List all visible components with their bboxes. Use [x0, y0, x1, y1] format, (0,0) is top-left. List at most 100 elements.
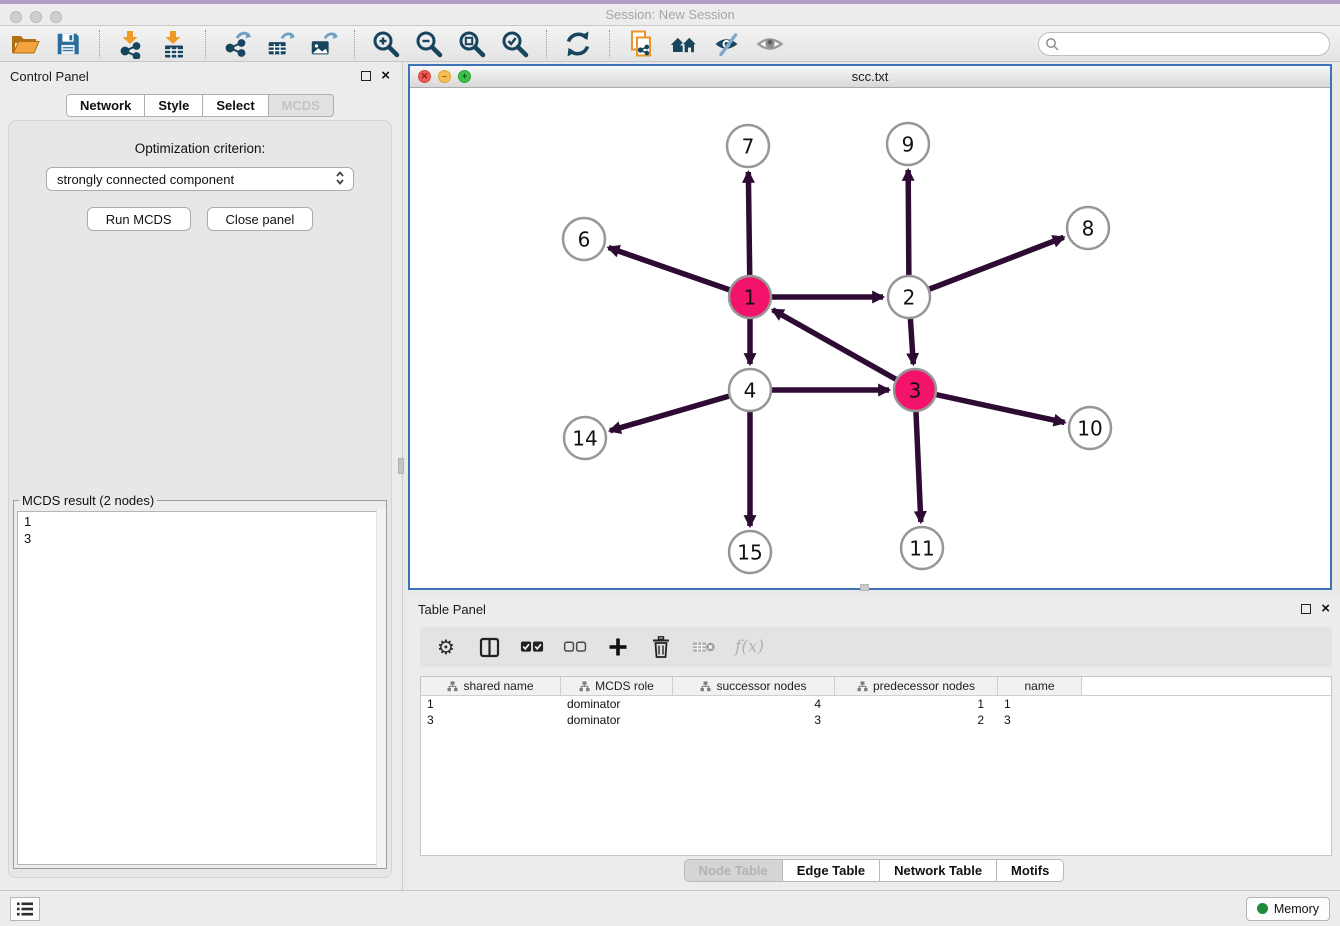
- window-controls[interactable]: [10, 11, 62, 23]
- cell-shared-name: 1: [421, 696, 561, 712]
- node-6[interactable]: 6: [563, 218, 605, 260]
- tab-mcds[interactable]: MCDS: [269, 94, 334, 117]
- function-builder-icon: f(x): [735, 635, 764, 659]
- deselect-all-checks-icon[interactable]: [563, 635, 587, 659]
- refresh-icon[interactable]: [563, 29, 593, 59]
- minimize-network-icon[interactable]: –: [438, 70, 451, 83]
- table-toolbar: ⚙ f(x): [420, 627, 1332, 667]
- horizontal-splitter-handle[interactable]: [860, 584, 869, 591]
- save-icon[interactable]: [53, 29, 83, 59]
- cell-predecessor-nodes: 1: [835, 696, 998, 712]
- select-all-checks-icon[interactable]: [520, 635, 544, 659]
- export-image-icon[interactable]: [308, 29, 338, 59]
- close-table-panel-icon[interactable]: ×: [1321, 604, 1330, 614]
- home-icon[interactable]: [669, 29, 699, 59]
- optimization-criterion-label: Optimization criterion:: [9, 141, 391, 156]
- svg-text:3: 3: [909, 379, 922, 403]
- edge-1-6[interactable]: [609, 248, 750, 297]
- split-view-icon[interactable]: [477, 635, 501, 659]
- float-table-panel-icon[interactable]: [1301, 604, 1311, 614]
- run-mcds-button[interactable]: Run MCDS: [87, 207, 191, 231]
- tab-network-table[interactable]: Network Table: [880, 859, 997, 882]
- edge-3-1[interactable]: [773, 310, 915, 390]
- cell-successor-nodes: 4: [673, 696, 835, 712]
- close-window-icon[interactable]: [10, 11, 22, 23]
- import-network-icon[interactable]: [116, 29, 146, 59]
- toolbar-separator: [546, 30, 547, 58]
- node-4[interactable]: 4: [729, 369, 771, 411]
- tab-select[interactable]: Select: [203, 94, 268, 117]
- node-7[interactable]: 7: [727, 125, 769, 167]
- column-header-name[interactable]: name: [998, 677, 1082, 695]
- node-14[interactable]: 14: [564, 417, 606, 459]
- table-row[interactable]: 3dominator323: [421, 712, 1331, 728]
- node-11[interactable]: 11: [901, 527, 943, 569]
- tab-network[interactable]: Network: [66, 94, 145, 117]
- app-titlebar[interactable]: Session: New Session: [0, 0, 1340, 26]
- zoom-in-icon[interactable]: [371, 29, 401, 59]
- zoom-window-icon[interactable]: [50, 11, 62, 23]
- float-panel-icon[interactable]: [361, 71, 371, 81]
- node-3[interactable]: 3: [894, 369, 936, 411]
- column-header-predecessor-nodes[interactable]: predecessor nodes: [835, 677, 998, 695]
- tab-motifs[interactable]: Motifs: [997, 859, 1064, 882]
- toolbar-separator: [205, 30, 206, 58]
- open-icon[interactable]: [10, 29, 40, 59]
- import-table-icon[interactable]: [159, 29, 189, 59]
- zoom-selected-icon[interactable]: [500, 29, 530, 59]
- criterion-dropdown[interactable]: strongly connected component: [46, 167, 354, 191]
- node-1[interactable]: 1: [729, 276, 771, 318]
- network-window-titlebar[interactable]: ✕ – + scc.txt: [410, 66, 1330, 88]
- table-row[interactable]: 1dominator411: [421, 696, 1331, 712]
- memory-status-dot-icon: [1257, 903, 1268, 914]
- control-panel-title: Control Panel: [10, 69, 89, 84]
- vertical-splitter-handle[interactable]: [398, 458, 404, 474]
- maximize-network-icon[interactable]: +: [458, 70, 471, 83]
- node-2[interactable]: 2: [888, 276, 930, 318]
- close-network-icon[interactable]: ✕: [418, 70, 431, 83]
- node-9[interactable]: 9: [887, 123, 929, 165]
- add-column-icon[interactable]: [606, 635, 630, 659]
- export-table-icon[interactable]: [265, 29, 295, 59]
- mcds-result-text[interactable]: 1 3: [17, 511, 383, 865]
- edge-2-8[interactable]: [909, 237, 1064, 297]
- task-history-button[interactable]: [10, 897, 40, 921]
- node-8[interactable]: 8: [1067, 207, 1109, 249]
- duplicate-network-icon[interactable]: [626, 29, 656, 59]
- svg-text:11: 11: [909, 537, 934, 561]
- memory-label: Memory: [1274, 902, 1319, 916]
- show-items-icon[interactable]: [755, 29, 785, 59]
- hide-items-icon[interactable]: [712, 29, 742, 59]
- close-panel-button[interactable]: Close panel: [207, 207, 314, 231]
- column-header-mcds-role[interactable]: MCDS role: [561, 677, 673, 695]
- svg-text:14: 14: [572, 427, 597, 451]
- close-panel-icon[interactable]: ×: [381, 71, 390, 81]
- result-scrollbar[interactable]: [376, 508, 386, 868]
- export-network-icon[interactable]: [222, 29, 252, 59]
- svg-text:9: 9: [902, 133, 915, 157]
- column-header-shared-name[interactable]: shared name: [421, 677, 561, 695]
- node-10[interactable]: 10: [1069, 407, 1111, 449]
- settings-gear-icon[interactable]: ⚙: [434, 635, 458, 659]
- memory-button[interactable]: Memory: [1246, 897, 1330, 921]
- zoom-out-icon[interactable]: [414, 29, 444, 59]
- control-panel: Control Panel × NetworkStyleSelectMCDS O…: [0, 62, 400, 890]
- tab-node-table[interactable]: Node Table: [684, 859, 783, 882]
- column-header-successor-nodes[interactable]: successor nodes: [673, 677, 835, 695]
- svg-text:10: 10: [1077, 417, 1102, 441]
- table-panel-title: Table Panel: [418, 602, 486, 617]
- toolbar-separator: [354, 30, 355, 58]
- tab-style[interactable]: Style: [145, 94, 203, 117]
- zoom-fit-icon[interactable]: [457, 29, 487, 59]
- search-input[interactable]: [1038, 32, 1330, 56]
- node-15[interactable]: 15: [729, 531, 771, 573]
- delete-columns-trash-icon[interactable]: [649, 635, 673, 659]
- svg-text:7: 7: [742, 135, 755, 159]
- node-table: shared nameMCDS rolesuccessor nodesprede…: [420, 676, 1332, 856]
- tab-edge-table[interactable]: Edge Table: [783, 859, 880, 882]
- minimize-window-icon[interactable]: [30, 11, 42, 23]
- search-box[interactable]: [1038, 32, 1330, 56]
- network-canvas[interactable]: 7 9 6 8 1 2 4 3 10 14 15 11: [410, 88, 1330, 588]
- edge-3-10[interactable]: [915, 390, 1065, 422]
- mcds-result-group: MCDS result (2 nodes) 1 3: [13, 493, 387, 869]
